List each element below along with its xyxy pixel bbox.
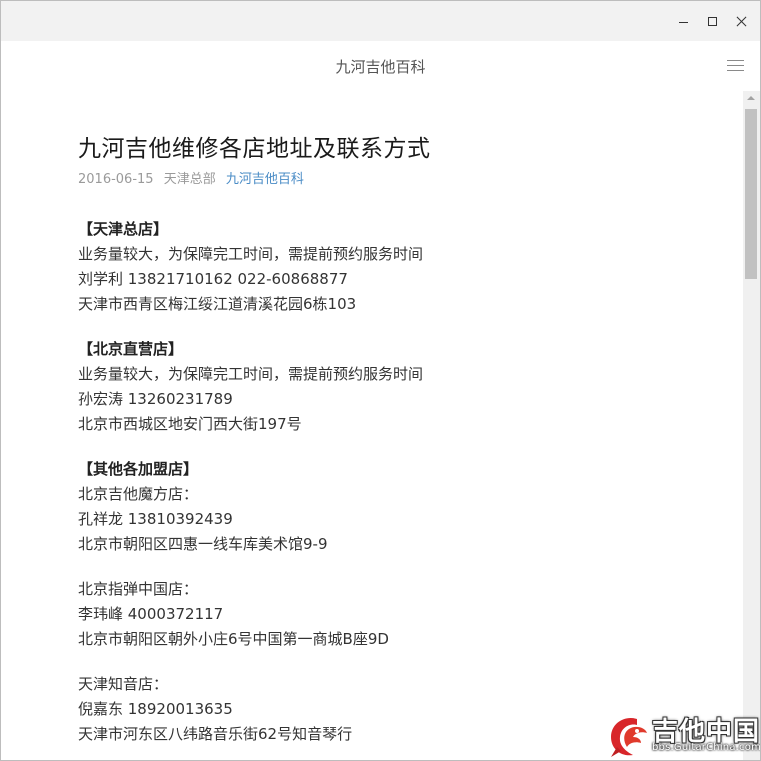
article-line: 李玮峰 4000372117 — [78, 605, 224, 623]
scroll-up-arrow-icon[interactable] — [747, 96, 755, 100]
watermark: 吉他中国 bbs.GuitarChina.com — [607, 711, 760, 759]
article-line: 北京指弹中国店： — [78, 580, 199, 598]
article-line: 北京市西城区地安门西大街197号 — [78, 415, 302, 433]
section-heading: 【其他各加盟店】 — [78, 460, 199, 478]
article-line: 天津知音店： — [78, 675, 169, 693]
article-title: 九河吉他维修各店地址及联系方式 — [78, 136, 431, 162]
article-source-link[interactable]: 九河吉他百科 — [226, 172, 304, 187]
app-title: 九河吉他百科 — [335, 58, 426, 76]
scrollbar-thumb[interactable] — [745, 109, 757, 279]
section-heading: 【北京直营店】 — [78, 340, 184, 358]
article-section: 【其他各加盟店】 北京吉他魔方店： 孔祥龙 13810392439 北京市朝阳区四惠一… — [78, 457, 728, 557]
article-author: 天津总部 — [163, 172, 216, 187]
article-body: 【天津总店】业务量较大，为保障完工时间，需提前预约服务时间 刘学利 1382171… — [78, 217, 728, 747]
maximize-icon — [707, 16, 717, 26]
article-line: 孙宏涛 13260231789 — [78, 390, 233, 408]
article-section: 北京指弹中国店： 李玮峰 4000372117 北京市朝阳区朝外小庄6号中国第一商城… — [78, 577, 728, 652]
close-icon — [736, 16, 747, 27]
minimize-icon — [678, 21, 688, 23]
app-header: 九河吉他百科 — [1, 41, 760, 91]
article-date: 2016-06-15 — [78, 172, 154, 187]
app-window: 九河吉他百科 九河吉他维修各店地址及联系方式 2016-06-15 天津总部 九… — [0, 0, 761, 761]
minimize-button[interactable] — [670, 8, 696, 34]
hamburger-menu-icon[interactable] — [727, 59, 745, 73]
article-line: 刘学利 13821710162 022-60868877 — [78, 270, 348, 288]
vertical-scrollbar[interactable] — [743, 91, 760, 760]
article-section: 【天津总店】业务量较大，为保障完工时间，需提前预约服务时间 刘学利 1382171… — [78, 217, 728, 317]
article-line: 孔祥龙 13810392439 — [78, 510, 233, 528]
article-line: 业务量较大，为保障完工时间，需提前预约服务时间 — [78, 245, 424, 263]
article-meta: 2016-06-15 天津总部 九河吉他百科 — [78, 170, 728, 190]
close-button[interactable] — [728, 8, 754, 34]
article-line: 北京市朝阳区朝外小庄6号中国第一商城B座9D — [78, 630, 389, 648]
section-heading: 【天津总店】 — [78, 220, 169, 238]
article-section: 【北京直营店】业务量较大，为保障完工时间，需提前预约服务时间 孙宏涛 132602… — [78, 337, 728, 437]
window-titlebar — [1, 1, 760, 41]
article-line: 业务量较大，为保障完工时间，需提前预约服务时间 — [78, 365, 424, 383]
article-line: 北京吉他魔方店： — [78, 485, 199, 503]
guitarchina-dragon-logo-icon — [611, 717, 647, 757]
maximize-button[interactable] — [699, 8, 725, 34]
article-line: 北京市朝阳区四惠一线车库美术馆9-9 — [78, 535, 328, 553]
article-line: 天津市西青区梅江绥江道清溪花园6栋103 — [78, 295, 357, 313]
watermark-url: bbs.GuitarChina.com — [652, 742, 761, 753]
article: 九河吉他维修各店地址及联系方式 2016-06-15 天津总部 九河吉他百科 【… — [78, 131, 728, 747]
